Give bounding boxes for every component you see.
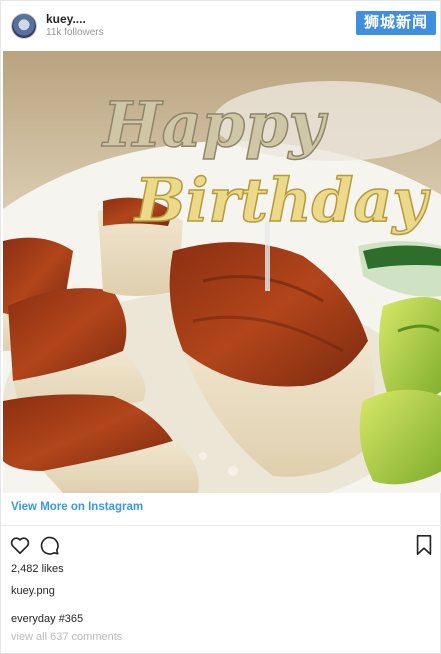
caption-text: everyday #365 <box>11 613 84 625</box>
view-comments-link[interactable]: view all 637 comments <box>11 631 122 643</box>
user-info: kuey.... 11k followers <box>46 13 104 39</box>
watermark-badge: 狮城新闻 <box>355 11 436 35</box>
caption-username[interactable]: kuey.png <box>11 585 55 597</box>
comment-icon[interactable] <box>38 534 60 556</box>
chicken-rice-photo: Happy Birthday <box>3 51 441 493</box>
avatar[interactable] <box>11 13 37 39</box>
like-count[interactable]: 2,482 likes <box>11 563 64 575</box>
follower-count: 11k followers <box>46 27 104 39</box>
divider <box>1 525 441 526</box>
topper-happy: Happy <box>101 88 328 161</box>
instagram-embed-card: kuey.... 11k followers 狮城新闻 Happy Birthd… <box>0 0 441 654</box>
view-more-link[interactable]: View More on Instagram <box>11 501 143 513</box>
heart-icon[interactable] <box>9 534 31 556</box>
post-header: kuey.... 11k followers 狮城新闻 <box>1 1 441 51</box>
action-bar <box>9 534 434 560</box>
bookmark-icon[interactable] <box>414 534 434 556</box>
topper-birthday: Birthday <box>133 166 431 236</box>
username[interactable]: kuey.... <box>46 13 104 27</box>
post-photo[interactable]: Happy Birthday <box>3 51 441 493</box>
